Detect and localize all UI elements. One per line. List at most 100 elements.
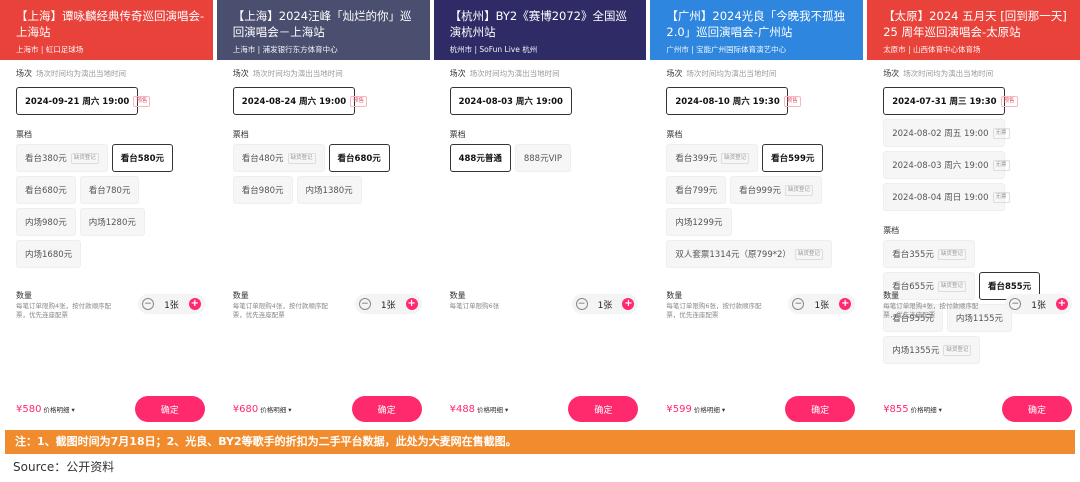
ticket-price-label: 内场1680元	[25, 250, 73, 260]
ticket-option[interactable]: 看台680元	[16, 176, 76, 204]
ticket-option[interactable]: 888元VIP	[514, 144, 572, 172]
ticket-section-label: 票档	[232, 130, 249, 139]
minus-icon[interactable]: −	[142, 298, 155, 310]
session-option[interactable]: 2024-09-21 周六 19:00 预售	[16, 87, 151, 115]
ticket-options: 看台480元 缺货登记 看台680元看台980元 内场1380元	[232, 144, 422, 208]
ticket-option[interactable]: 看台480元 缺货登记	[232, 144, 325, 172]
session-date: 2024-08-04 周日 19:00	[892, 193, 989, 203]
checkout-footer: ¥599 价格明细 ▾ 确定	[650, 390, 864, 428]
quantity-section: 数量 每笔订单限购6张 −1张 +	[449, 290, 639, 314]
price-detail-link[interactable]: 价格明细	[911, 406, 937, 414]
total-price: ¥855 价格明细 ▾	[883, 403, 942, 415]
ticket-options: 看台399元 缺货登记 看台599元看台799元 看台999元 缺货登记内场1299元双…	[666, 144, 855, 272]
event-header: 【上海】谭咏麟经典传奇巡回演唱会-上海站 上海市 | 虹口足球场	[0, 0, 213, 60]
ticket-option[interactable]: 内场1280元	[79, 208, 145, 236]
ticket-price-label: 看台380元	[25, 154, 67, 164]
plus-icon[interactable]: +	[405, 298, 418, 310]
minus-icon[interactable]: −	[358, 298, 371, 310]
source-text: Source：公开资料	[13, 460, 115, 474]
event-venue: 杭州市 | SoFun Live 杭州	[449, 45, 538, 54]
session-tag: 预售	[1000, 95, 1018, 107]
minus-icon[interactable]: −	[792, 298, 805, 310]
session-date: 2024-09-21 周六 19:00	[25, 97, 130, 107]
session-hint: 场次时间均为演出当地时间	[36, 69, 126, 78]
ticket-option[interactable]: 看台380元 缺货登记	[16, 144, 108, 172]
note-bar: 注：1、截图时间为7月18日；2、光良、BY2等歌手的折扣为二手平台数据，此处为…	[5, 430, 1075, 454]
ticket-option[interactable]: 看台355元 缺货登记	[883, 240, 975, 268]
confirm-button[interactable]: 确定	[351, 396, 422, 422]
total-price: ¥599 价格明细 ▾	[666, 403, 726, 415]
session-tag: 无票	[992, 159, 1010, 171]
quantity-limit-desc: 每笔订单限购4张，按付款顺序配票，优先连座配票	[883, 302, 979, 319]
ticket-option[interactable]: 看台599元	[762, 144, 824, 172]
session-option[interactable]: 2024-07-31 周三 19:30 预售	[883, 87, 1018, 115]
ticket-option[interactable]: 双人套票1314元（原799*2） 缺货登记	[666, 240, 832, 268]
session-option[interactable]: 2024-08-10 周六 19:30 预售	[666, 87, 801, 115]
ticket-option[interactable]: 内场1299元	[666, 208, 732, 236]
session-option[interactable]: 2024-08-03 周六 19:00	[449, 87, 572, 115]
ticket-option[interactable]: 内场980元	[16, 208, 76, 236]
ticket-option[interactable]: 看台980元	[232, 176, 293, 204]
checkout-footer: ¥680 价格明细 ▾ 确定	[216, 390, 430, 428]
ticket-option[interactable]: 内场1355元 缺货登记	[883, 336, 981, 364]
chevron-down-icon: ▾	[938, 405, 942, 414]
chevron-down-icon: ▾	[505, 405, 509, 414]
quantity-value: 1张	[1031, 300, 1046, 311]
quantity-section: 数量 每笔订单限购4张，按付款顺序配票，优先连座配票 −1张 +	[233, 290, 422, 320]
session-options: 2024-07-31 周三 19:30 预售 2024-08-02 周五 19:00…	[883, 87, 1072, 215]
ticket-panel-shanghai-wang: 【上海】2024汪峰「灿烂的你」巡回演唱会－上海站 上海市 | 浦发银行东方体育中…	[216, 0, 430, 428]
price-detail-link[interactable]: 价格明细	[43, 406, 69, 414]
event-header: 【广州】2024光良「今晚我不孤独2.0」巡回演唱会-广州站 广州市 | 宝能广州…	[650, 0, 864, 60]
plus-icon[interactable]: +	[622, 298, 635, 310]
price-detail-link[interactable]: 价格明细	[477, 406, 503, 414]
session-option[interactable]: 2024-08-03 周六 19:00 无票	[883, 151, 1010, 179]
ticket-option[interactable]: 看台680元	[328, 144, 390, 172]
ticket-option[interactable]: 内场1380元	[296, 176, 362, 204]
plus-icon[interactable]: +	[188, 298, 201, 310]
ticket-price-label: 内场1280元	[88, 218, 136, 228]
ticket-option[interactable]: 看台799元	[666, 176, 727, 204]
ticket-panel-guangzhou-guangliang: 【广州】2024光良「今晚我不孤独2.0」巡回演唱会-广州站 广州市 | 宝能广州…	[650, 0, 864, 428]
event-title: 【上海】2024汪峰「灿烂的你」巡回演唱会－上海站	[232, 9, 412, 39]
ticket-section-label: 票档	[883, 226, 900, 235]
confirm-button[interactable]: 确定	[568, 396, 639, 422]
ticket-option[interactable]: 488元普通	[449, 144, 511, 172]
ticket-option[interactable]: 内场1680元	[16, 240, 82, 268]
ticket-option[interactable]: 看台580元	[111, 144, 173, 172]
session-date: 2024-08-02 周五 19:00	[892, 129, 989, 139]
quantity-stepper: −1张 +	[1005, 294, 1072, 314]
confirm-button[interactable]: 确定	[785, 396, 856, 422]
quantity-section: 数量 每笔订单限购4张，按付款顺序配票，优先连座配票 −1张 +	[883, 290, 1072, 320]
plus-icon[interactable]: +	[839, 298, 852, 310]
ticket-tag: 缺货登记	[721, 152, 750, 164]
event-header: 【上海】2024汪峰「灿烂的你」巡回演唱会－上海站 上海市 | 浦发银行东方体育中…	[216, 0, 430, 60]
session-option[interactable]: 2024-08-02 周五 19:00 无票	[883, 119, 1010, 147]
ticket-panel-hangzhou-by2: 【杭州】BY2《赛博2072》全国巡演杭州站 杭州市 | SoFun Live 杭…	[433, 0, 647, 428]
session-date: 2024-08-03 周六 19:00	[458, 97, 563, 107]
plus-icon[interactable]: +	[1055, 298, 1068, 310]
price-detail-link[interactable]: 价格明细	[260, 406, 286, 414]
session-date: 2024-08-24 周六 19:00	[241, 97, 347, 107]
ticket-price-label: 488元普通	[458, 154, 502, 164]
ticket-option[interactable]: 看台999元 缺货登记	[730, 176, 822, 204]
quantity-value: 1张	[164, 300, 179, 311]
ticket-options: 488元普通 888元VIP	[449, 144, 639, 176]
ticket-price-label: 内场1299元	[675, 218, 723, 228]
minus-icon[interactable]: −	[575, 298, 588, 310]
ticket-option[interactable]: 看台399元 缺货登记	[666, 144, 759, 172]
session-tag: 预售	[350, 95, 368, 107]
session-option[interactable]: 2024-08-24 周六 19:00 预售	[232, 87, 368, 115]
ticket-panel-taiyuan-mayday: 【太原】2024 五月天 [回到那一天] 25 周年巡回演唱会-太原站 太原市 |…	[867, 0, 1080, 428]
confirm-button[interactable]: 确定	[134, 396, 205, 422]
panel-body: 场次 场次时间均为演出当地时间 2024-09-21 周六 19:00 预售 票档 看台3…	[0, 62, 213, 428]
price-detail-link[interactable]: 价格明细	[694, 406, 720, 414]
minus-icon[interactable]: −	[1009, 298, 1022, 310]
ticket-section-label: 票档	[666, 130, 683, 139]
quantity-stepper: −1张 +	[354, 294, 422, 314]
ticket-option[interactable]: 看台780元	[79, 176, 140, 204]
session-options: 2024-08-03 周六 19:00	[449, 87, 639, 119]
confirm-button[interactable]: 确定	[1001, 396, 1072, 422]
session-section-label: 场次 场次时间均为演出当地时间	[449, 69, 560, 78]
quantity-limit-desc: 每笔订单限购6张	[449, 302, 500, 310]
session-option[interactable]: 2024-08-04 周日 19:00 无票	[883, 183, 1010, 211]
